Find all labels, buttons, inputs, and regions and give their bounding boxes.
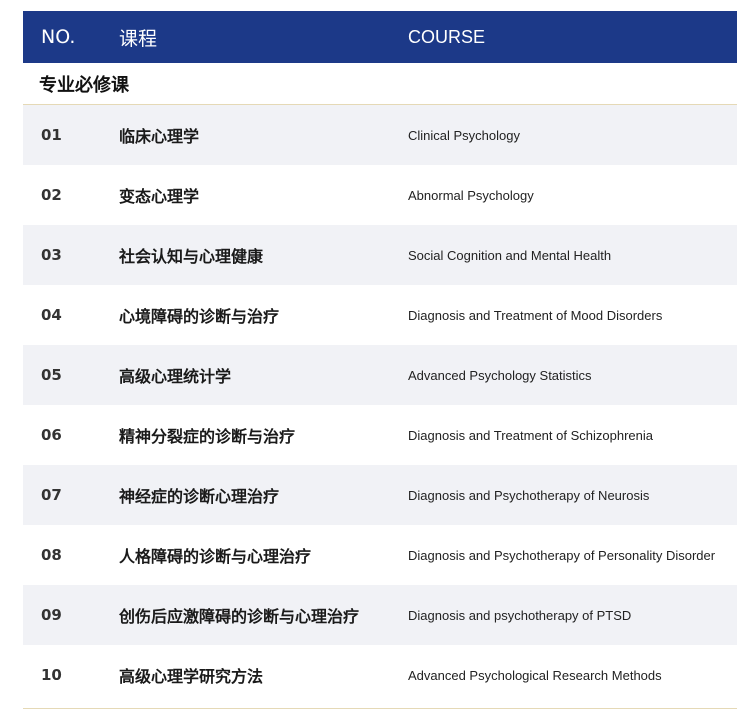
course-name-cn: 神经症的诊断心理治疗: [119, 487, 280, 506]
table-row: 09 创伤后应激障碍的诊断与心理治疗 Diagnosis and psychot…: [23, 585, 737, 645]
section-title: 专业必修课: [23, 63, 737, 105]
table-row: 06 精神分裂症的诊断与治疗 Diagnosis and Treatment o…: [23, 405, 737, 465]
table-header: NO. 课程 COURSE: [23, 11, 737, 63]
table-row: 05 高级心理统计学 Advanced Psychology Statistic…: [23, 345, 737, 405]
course-number: 03: [41, 246, 62, 264]
course-name-en: Clinical Psychology: [408, 127, 520, 143]
course-number: 06: [41, 426, 62, 444]
course-name-cn: 创伤后应激障碍的诊断与心理治疗: [119, 607, 360, 626]
course-number: 04: [41, 306, 62, 324]
table-row: 03 社会认知与心理健康 Social Cognition and Mental…: [23, 225, 737, 285]
course-name-cn: 社会认知与心理健康: [119, 247, 264, 266]
course-name-en: Advanced Psychological Research Methods: [408, 667, 662, 683]
course-name-en: Diagnosis and psychotherapy of PTSD: [408, 607, 632, 623]
course-name-en: Diagnosis and Treatment of Mood Disorder…: [408, 307, 663, 323]
table-row: 07 神经症的诊断心理治疗 Diagnosis and Psychotherap…: [23, 465, 737, 525]
course-name-en: Abnormal Psychology: [408, 187, 534, 203]
course-name-cn: 人格障碍的诊断与心理治疗: [119, 547, 312, 566]
course-name-en: Social Cognition and Mental Health: [408, 247, 612, 263]
course-name-en: Diagnosis and Psychotherapy of Personali…: [408, 547, 716, 563]
table-row: 08 人格障碍的诊断与心理治疗 Diagnosis and Psychother…: [23, 525, 737, 585]
table-row: 04 心境障碍的诊断与治疗 Diagnosis and Treatment of…: [23, 285, 737, 345]
course-number: 09: [41, 606, 62, 624]
course-name-cn: 变态心理学: [119, 187, 200, 206]
course-name-cn: 临床心理学: [119, 127, 200, 146]
course-number: 08: [41, 546, 62, 564]
course-name-en: Diagnosis and Treatment of Schizophrenia: [408, 427, 653, 443]
course-table: NO. 课程 COURSE 专业必修课 01 临床心理学 Clinical Ps…: [23, 11, 737, 705]
course-name-cn: 心境障碍的诊断与治疗: [119, 307, 280, 326]
table-row: 10 高级心理学研究方法 Advanced Psychological Rese…: [23, 645, 737, 705]
course-number: 01: [41, 126, 62, 144]
course-number: 10: [41, 666, 62, 684]
course-number: 07: [41, 486, 62, 504]
bottom-divider: [23, 708, 737, 709]
course-name-cn: 高级心理学研究方法: [119, 667, 264, 686]
header-no: NO.: [41, 26, 76, 48]
course-number: 05: [41, 366, 62, 384]
header-course-en: COURSE: [408, 26, 486, 47]
header-course-cn: 课程: [119, 27, 158, 50]
course-name-cn: 高级心理统计学: [119, 367, 232, 386]
table-row: 02 变态心理学 Abnormal Psychology: [23, 165, 737, 225]
course-name-en: Diagnosis and Psychotherapy of Neurosis: [408, 487, 650, 503]
course-name-cn: 精神分裂症的诊断与治疗: [119, 427, 296, 446]
course-number: 02: [41, 186, 62, 204]
course-name-en: Advanced Psychology Statistics: [408, 367, 592, 383]
table-row: 01 临床心理学 Clinical Psychology: [23, 105, 737, 165]
